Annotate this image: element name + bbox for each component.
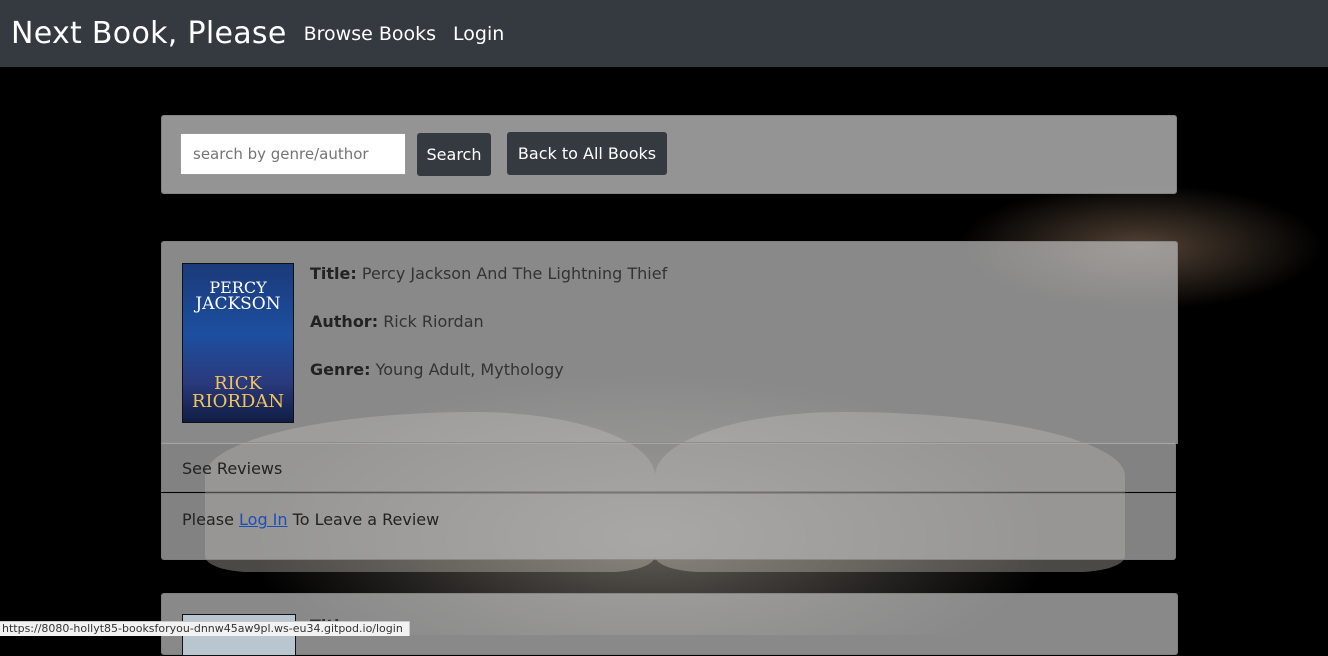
search-panel: Search Back to All Books — [161, 115, 1177, 194]
title-label: Title: — [310, 264, 357, 283]
search-input[interactable] — [180, 133, 406, 175]
book-card: PERCY JACKSON RICK RIORDAN Title: Percy … — [161, 241, 1178, 560]
status-bar-url: https://8080-hollyt85-booksforyou-dnnw45… — [0, 621, 410, 636]
author-label: Author: — [310, 312, 379, 331]
login-link[interactable]: Log In — [239, 510, 288, 529]
book-cover-image: PERCY JACKSON RICK RIORDAN — [182, 263, 294, 423]
nav-login[interactable]: Login — [453, 23, 504, 45]
title-value: Percy Jackson And The Lightning Thief — [361, 264, 668, 283]
navbar: Next Book, Please Browse Books Login — [0, 0, 1328, 67]
see-reviews-toggle[interactable]: See Reviews — [161, 442, 1176, 492]
brand-logo[interactable]: Next Book, Please — [11, 16, 287, 51]
back-to-all-books-button[interactable]: Back to All Books — [507, 132, 667, 175]
cover-text-author: RICK RIORDAN — [191, 373, 285, 412]
prompt-after: To Leave a Review — [292, 510, 440, 529]
book-genre: Genre: Young Adult, Mythology — [310, 360, 564, 379]
genre-label: Genre: — [310, 360, 371, 379]
search-button[interactable]: Search — [417, 133, 491, 176]
book-card-body: PERCY JACKSON RICK RIORDAN Title: Percy … — [161, 241, 1178, 444]
cover-text-jackson: JACKSON — [195, 294, 281, 314]
prompt-before: Please — [182, 510, 234, 529]
leave-review-prompt: Please Log In To Leave a Review — [161, 493, 1176, 560]
book-title: Title: Percy Jackson And The Lightning T… — [310, 264, 667, 283]
genre-value: Young Adult, Mythology — [375, 360, 564, 379]
book-author: Author: Rick Riordan — [310, 312, 484, 331]
nav-browse-books[interactable]: Browse Books — [304, 23, 436, 45]
author-value: Rick Riordan — [383, 312, 484, 331]
